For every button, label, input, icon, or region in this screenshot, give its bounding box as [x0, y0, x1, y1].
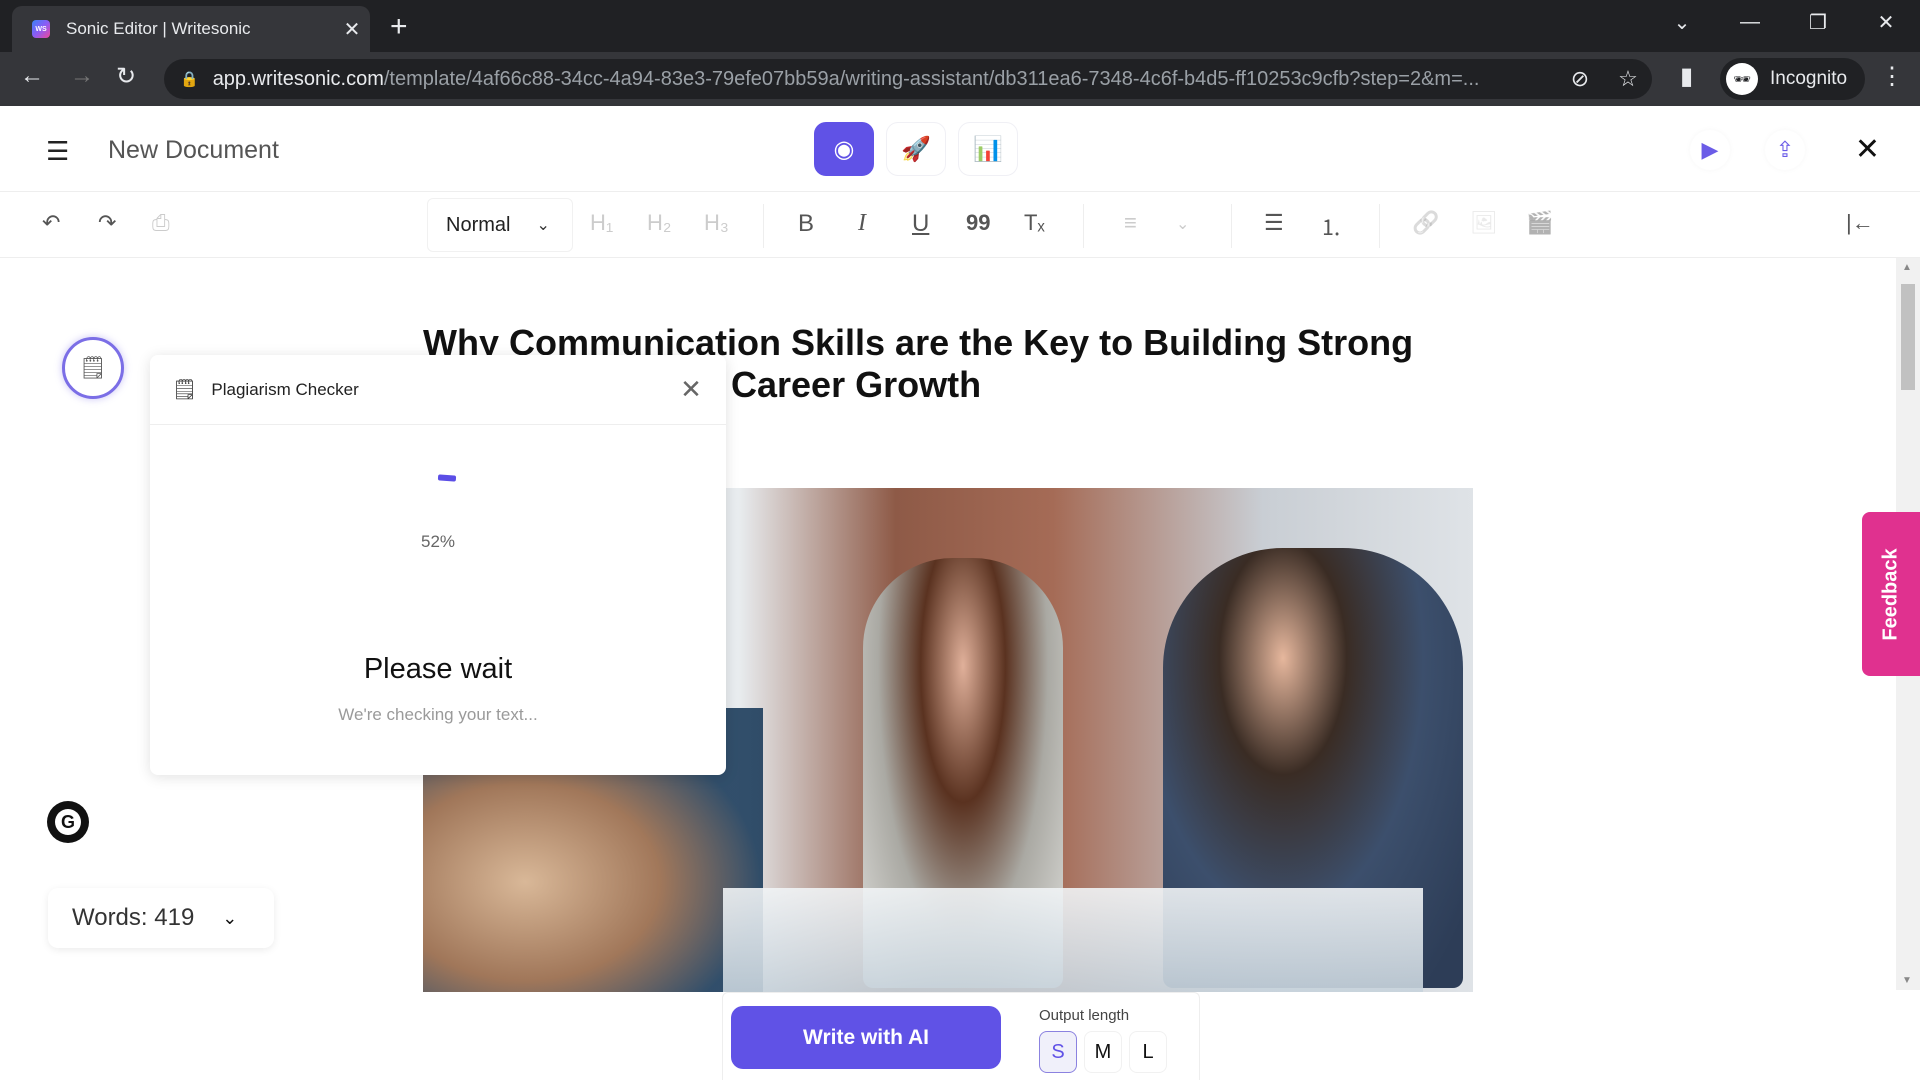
presentation-icon: 📊	[973, 135, 1003, 163]
toolbar-divider	[1231, 204, 1232, 248]
plagiarism-doc-search-icon: 🗒	[79, 355, 107, 380]
image-table	[723, 888, 1423, 992]
feedback-label: Feedback	[1879, 547, 1902, 641]
grammarly-button[interactable]: G	[47, 801, 89, 843]
incognito-profile[interactable]: 🕶 Incognito	[1720, 58, 1866, 100]
plagiarism-doc-search-icon: 🗒	[172, 379, 198, 401]
output-size-l[interactable]: L	[1129, 1031, 1167, 1073]
plagiarism-panel-title: Plagiarism Checker	[211, 379, 359, 399]
heading1-button[interactable]: H₁	[590, 210, 613, 236]
bookmark-star-icon[interactable]: ☆	[1604, 66, 1652, 92]
link-icon[interactable]: 🔗	[1412, 210, 1439, 236]
address-bar[interactable]: 🔒 app.writesonic.com /template/4af66c88-…	[164, 59, 1652, 99]
underline-button[interactable]: U	[912, 210, 929, 238]
presentation-mode-button[interactable]: 📊	[958, 122, 1018, 176]
tab-close-icon[interactable]: ✕	[334, 17, 370, 42]
italic-button[interactable]: I	[858, 210, 866, 237]
plagiarism-panel-header: 🗒 Plagiarism Checker ✕	[150, 355, 726, 425]
checking-subtext: We're checking your text...	[338, 705, 538, 724]
chevron-down-icon: ⌄	[222, 907, 238, 928]
numbered-list-button[interactable]: ⒈	[1320, 210, 1342, 242]
document-heading-line2[interactable]: Career Growth	[731, 364, 981, 406]
back-icon[interactable]: ←	[20, 62, 44, 90]
preview-mode-button[interactable]: ◉	[814, 122, 874, 176]
chevron-down-icon: ⌄	[536, 217, 550, 234]
scroll-up-arrow-icon[interactable]: ▲	[1902, 262, 1912, 273]
bullet-list-button[interactable]: ☰	[1264, 210, 1284, 236]
text-style-select[interactable]: Normal ⌄	[427, 198, 573, 252]
rocket-icon: 🚀	[901, 135, 931, 163]
writesonic-favicon-icon: WS	[32, 20, 50, 38]
browser-toolbar: ← → ↻ 🔒 app.writesonic.com /template/4af…	[0, 52, 1920, 106]
incognito-icon: 🕶	[1726, 63, 1758, 95]
word-count-dropdown[interactable]: Words: 419 ⌄	[48, 888, 274, 948]
share-icon: ⇪	[1775, 137, 1795, 162]
tracking-eye-off-icon[interactable]: ⊘	[1556, 66, 1604, 92]
align-button[interactable]: ≡	[1124, 210, 1137, 236]
lock-icon[interactable]: 🔒	[180, 70, 199, 88]
heading2-button[interactable]: H₂	[647, 210, 671, 236]
video-icon[interactable]: 🎬	[1526, 210, 1553, 236]
toolbar-divider	[1083, 204, 1084, 248]
tab-search-icon[interactable]: ⌄	[1648, 10, 1716, 35]
bold-button[interactable]: B	[798, 210, 814, 238]
plagiarism-toggle-button[interactable]: 🗒	[62, 337, 124, 399]
window-controls: ⌄ — ❐ ✕	[1648, 0, 1920, 44]
menu-icon[interactable]: ☰	[46, 136, 69, 167]
document-title[interactable]: New Document	[108, 136, 279, 165]
url-path: /template/4af66c88-34cc-4a94-83e3-79efe0…	[383, 67, 1480, 90]
new-tab-button[interactable]: +	[390, 10, 408, 44]
loading-spinner	[437, 474, 457, 482]
ai-write-bar: Write with AI Output length S M L	[722, 992, 1200, 1080]
browser-menu-icon[interactable]: ⋮	[1880, 62, 1904, 91]
reload-icon[interactable]: ↻	[116, 62, 136, 91]
browser-tabstrip: WS Sonic Editor | Writesonic ✕ + ⌄ — ❐ ✕	[0, 0, 1920, 52]
launch-mode-button[interactable]: 🚀	[886, 122, 946, 176]
write-with-ai-button[interactable]: Write with AI	[731, 1006, 1001, 1069]
browser-tab[interactable]: WS Sonic Editor | Writesonic ✕	[12, 6, 370, 52]
url-host: app.writesonic.com	[212, 67, 384, 90]
collapse-panel-icon[interactable]: |←	[1846, 210, 1874, 236]
scrollbar-thumb[interactable]	[1901, 284, 1915, 390]
clear-format-button[interactable]: Tₓ	[1024, 210, 1045, 236]
toolbar-divider	[1379, 204, 1380, 248]
grammarly-icon: G	[55, 809, 81, 835]
tab-title: Sonic Editor | Writesonic	[66, 19, 251, 38]
play-button[interactable]: ▶	[1690, 130, 1730, 170]
app-header: ☰ New Document ◉ 🚀 📊 ▶ ⇪ ✕	[0, 106, 1920, 192]
close-panel-icon[interactable]: ✕	[656, 374, 726, 405]
restore-icon[interactable]: ❐	[1784, 10, 1852, 35]
image-icon[interactable]: 🖼	[1470, 210, 1498, 236]
text-style-value: Normal	[446, 213, 511, 236]
align-chevron-icon[interactable]: ⌄	[1176, 214, 1189, 234]
play-icon: ▶	[1701, 137, 1719, 162]
quote-button[interactable]: 99	[966, 210, 990, 236]
progress-percent: 52%	[420, 532, 456, 551]
print-icon[interactable]: ⎙	[152, 210, 170, 236]
toolbar-divider	[763, 204, 764, 248]
feedback-tab[interactable]: Feedback	[1862, 512, 1920, 676]
heading3-button[interactable]: H₃	[704, 210, 729, 236]
forward-icon[interactable]: →	[70, 62, 94, 90]
close-editor-icon[interactable]: ✕	[1855, 132, 1880, 167]
word-count-label: Words: 419	[72, 904, 195, 931]
undo-icon[interactable]: ↶	[42, 210, 60, 236]
scroll-down-arrow-icon[interactable]: ▼	[1902, 975, 1912, 986]
plagiarism-checker-panel: 🗒 Plagiarism Checker ✕ 52% Please wait W…	[150, 355, 726, 775]
eye-icon: ◉	[833, 135, 855, 163]
side-panel-icon[interactable]: ▮	[1680, 62, 1693, 91]
output-length-label: Output length	[1039, 1007, 1130, 1024]
redo-icon[interactable]: ↷	[98, 210, 116, 236]
output-size-s[interactable]: S	[1039, 1031, 1077, 1073]
editor-toolbar: ↶ ↷ ⎙ Normal ⌄ H₁ H₂ H₃ B I U 99 Tₓ ≡ ⌄ …	[0, 192, 1920, 258]
window-close-icon[interactable]: ✕	[1852, 10, 1920, 35]
please-wait-heading: Please wait	[363, 653, 513, 685]
share-button[interactable]: ⇪	[1765, 130, 1805, 170]
minimize-icon[interactable]: —	[1716, 11, 1784, 34]
incognito-label: Incognito	[1770, 68, 1848, 89]
output-size-m[interactable]: M	[1084, 1031, 1122, 1073]
